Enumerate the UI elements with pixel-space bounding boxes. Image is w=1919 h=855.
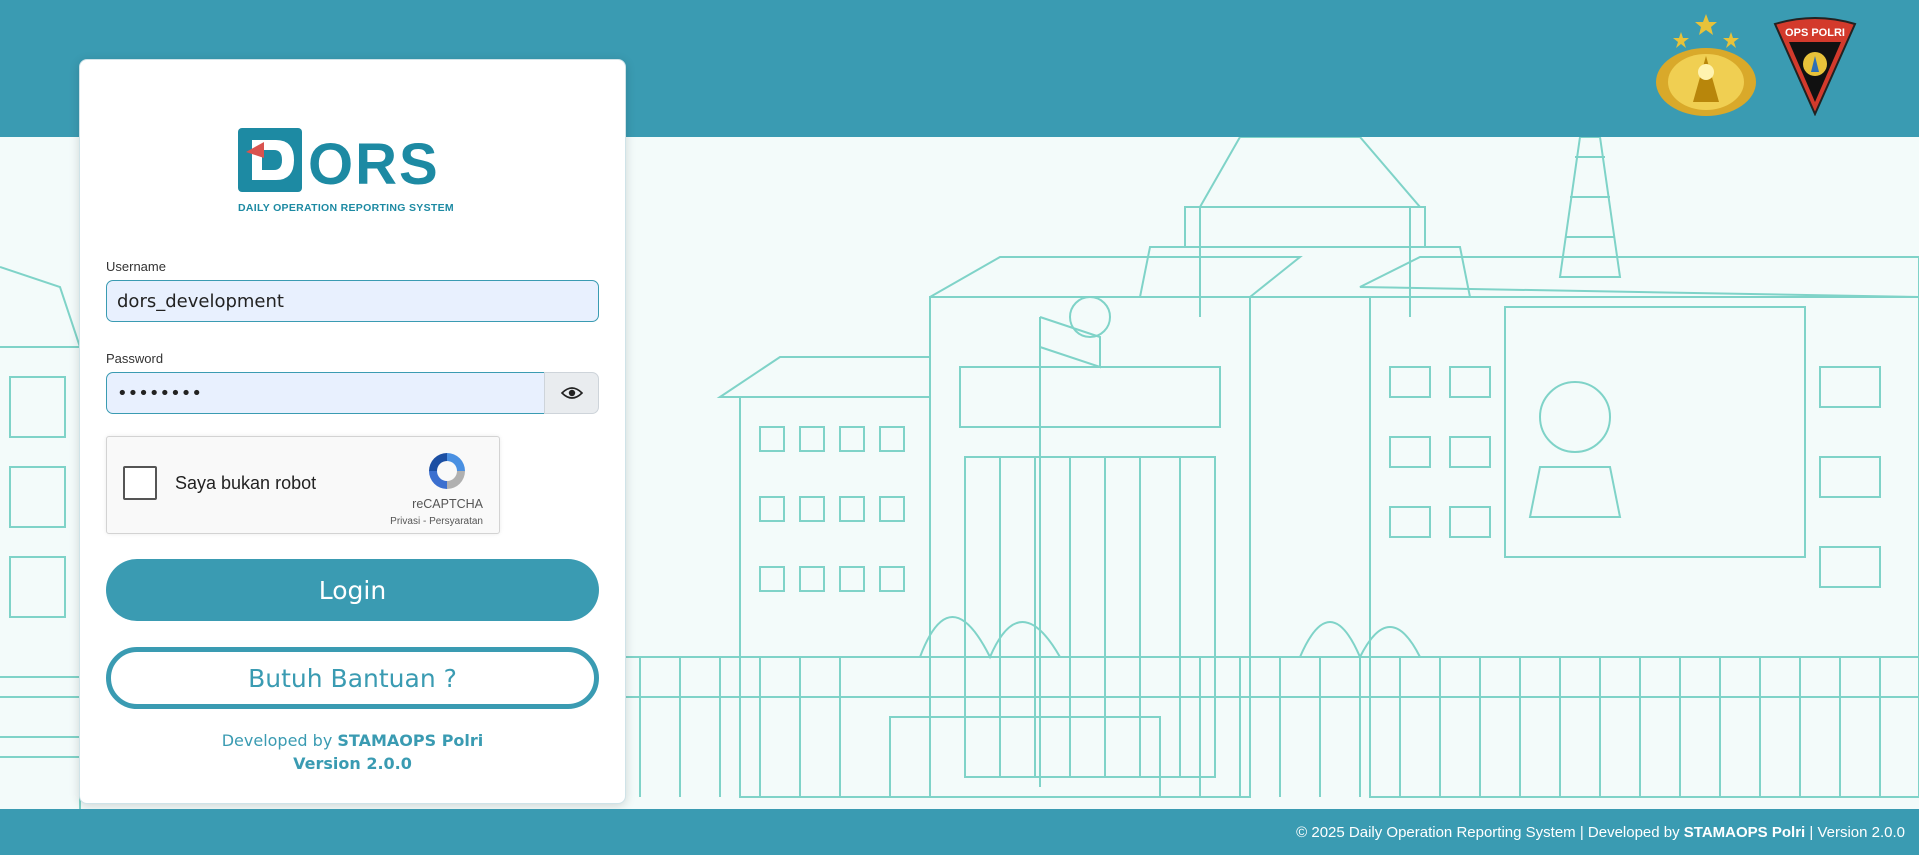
help-button[interactable]: Butuh Bantuan ? (106, 647, 599, 709)
developer-name: STAMAOPS Polri (337, 731, 484, 750)
recaptcha-links: Privasi - Persyaratan (390, 516, 483, 527)
recaptcha-terms-link[interactable]: Persyaratan (429, 516, 483, 527)
footer-copyright: © 2025 Daily Operation Reporting System … (1296, 823, 1680, 841)
recaptcha-separator: - (422, 516, 427, 527)
password-label: Password (106, 351, 164, 366)
police-emblem-icon (1656, 14, 1756, 116)
logo-tagline: DAILY OPERATION REPORTING SYSTEM (238, 202, 454, 214)
username-label: Username (106, 259, 166, 274)
login-button[interactable]: Login (106, 559, 599, 621)
username-input[interactable] (106, 280, 599, 322)
ops-polri-emblem-icon: OPS POLRI (1773, 17, 1857, 116)
dors-logo: ORS (238, 128, 440, 197)
version-text: Version 2.0.0 (293, 754, 412, 773)
ops-polri-emblem-text: OPS POLRI (1785, 27, 1845, 39)
logo-wordmark: ORS (308, 132, 440, 197)
emblems-group: OPS POLRI (1651, 12, 1859, 120)
footer-version: | Version 2.0.0 (1809, 823, 1905, 841)
recaptcha-checkbox[interactable] (123, 466, 157, 500)
recaptcha-logo-icon (429, 453, 465, 489)
developed-by-label: Developed by (221, 731, 333, 750)
developed-by-text: Developed by STAMAOPS Polri (80, 731, 625, 750)
show-password-button[interactable] (544, 372, 599, 414)
footer-developer: STAMAOPS Polri (1683, 823, 1806, 841)
recaptcha-privacy-link[interactable]: Privasi (390, 516, 420, 527)
recaptcha-brand: reCAPTCHA (412, 497, 483, 511)
recaptcha-label: Saya bukan robot (175, 473, 317, 493)
recaptcha-widget: Saya bukan robot reCAPTCHA Privasi - Per… (106, 436, 500, 534)
page-footer: © 2025 Daily Operation Reporting System … (0, 809, 1919, 855)
eye-icon (560, 387, 583, 399)
login-card: ORS DAILY OPERATION REPORTING SYSTEM Use… (79, 59, 626, 804)
password-input[interactable] (106, 372, 546, 414)
